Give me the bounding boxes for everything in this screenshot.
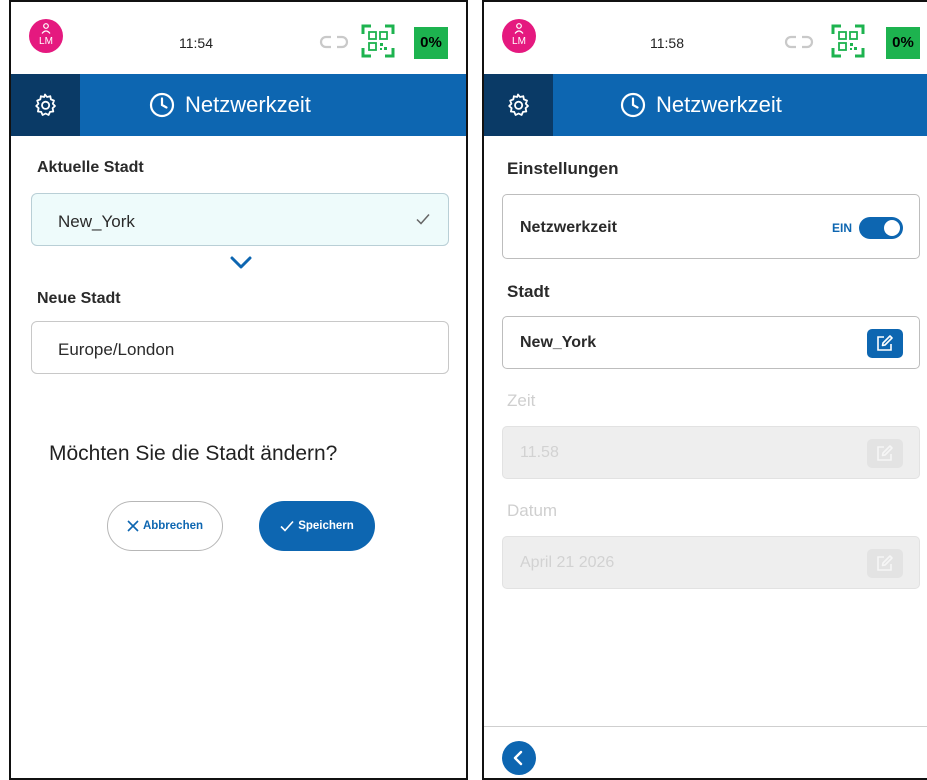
cancel-button[interactable]: Abbrechen — [107, 501, 223, 551]
avatar[interactable]: LM — [29, 19, 63, 53]
save-button[interactable]: Speichern — [259, 501, 375, 551]
link-icon — [319, 35, 349, 49]
date-label: Datum — [507, 501, 558, 520]
time-row: 11.58 — [502, 426, 920, 479]
gear-icon — [35, 93, 56, 116]
network-time-settings-screen: LM 11:58 0% Netzwerkzeit Einstellungen N… — [482, 0, 927, 780]
check-icon — [280, 520, 294, 532]
time-label: Zeit — [507, 391, 536, 410]
app-header: Netzwerkzeit — [11, 74, 466, 136]
chevron-left-icon — [513, 750, 523, 766]
settings-label: Einstellungen — [507, 159, 619, 178]
date-row: April 21 2026 — [502, 536, 920, 589]
edit-icon — [877, 445, 893, 461]
settings-button[interactable] — [484, 74, 553, 136]
app-header: Netzwerkzeit — [484, 74, 927, 136]
link-icon — [784, 35, 814, 49]
page-title-text: Netzwerkzeit — [656, 92, 782, 117]
battery-indicator: 0% — [886, 27, 920, 59]
edit-time-button — [867, 439, 903, 468]
back-button[interactable] — [502, 741, 536, 775]
edit-icon — [877, 335, 893, 351]
network-time-row: Netzwerkzeit EIN — [502, 194, 920, 259]
page-title: Netzwerkzeit — [149, 90, 311, 120]
user-icon — [41, 23, 51, 34]
date-value: April 21 2026 — [520, 554, 615, 571]
new-city-field[interactable]: Europe/London — [31, 321, 449, 374]
edit-city-button[interactable] — [867, 329, 903, 358]
check-icon — [416, 214, 430, 225]
clock-icon — [620, 92, 646, 118]
current-city-label: Aktuelle Stadt — [37, 159, 144, 176]
edit-icon — [877, 555, 893, 571]
time-value: 11.58 — [520, 444, 559, 461]
save-button-label: Speichern — [298, 520, 354, 532]
confirm-question: Möchten Sie die Stadt ändern? — [49, 442, 338, 465]
settings-button[interactable] — [11, 74, 80, 136]
page-title: Netzwerkzeit — [620, 90, 782, 120]
chevron-down-icon — [230, 256, 252, 269]
toggle-state-label: EIN — [831, 221, 852, 235]
avatar[interactable]: LM — [502, 19, 536, 53]
page-title-text: Netzwerkzeit — [185, 92, 311, 117]
city-change-screen: LM 11:54 0% Netzwerkzeit Aktuelle Stadt … — [9, 0, 468, 780]
footer-divider — [484, 726, 927, 727]
battery-indicator: 0% — [414, 27, 448, 59]
status-bar: LM 11:58 0% — [484, 2, 927, 74]
network-time-toggle-group: EIN — [832, 217, 903, 239]
edit-date-button — [867, 549, 903, 578]
city-row: New_York — [502, 316, 920, 369]
avatar-initials: LM — [512, 36, 526, 47]
current-city-value: New_York — [58, 212, 135, 231]
clock-icon — [149, 92, 175, 118]
cancel-button-label: Abbrechen — [142, 520, 204, 532]
new-city-label: Neue Stadt — [37, 290, 121, 307]
avatar-initials: LM — [39, 36, 53, 47]
status-time: 11:54 — [179, 35, 213, 51]
user-icon — [514, 23, 524, 34]
status-bar: LM 11:54 0% — [11, 2, 466, 74]
close-icon — [127, 520, 139, 532]
network-time-toggle[interactable] — [859, 217, 903, 239]
qr-code-icon[interactable] — [831, 24, 865, 58]
current-city-field: New_York — [31, 193, 449, 246]
city-label: Stadt — [507, 282, 550, 301]
gear-icon — [508, 93, 529, 116]
qr-code-icon[interactable] — [361, 24, 395, 58]
status-time: 11:58 — [650, 35, 684, 51]
city-value: New_York — [520, 334, 597, 351]
network-time-label: Netzwerkzeit — [520, 219, 617, 236]
new-city-value: Europe/London — [58, 340, 175, 359]
